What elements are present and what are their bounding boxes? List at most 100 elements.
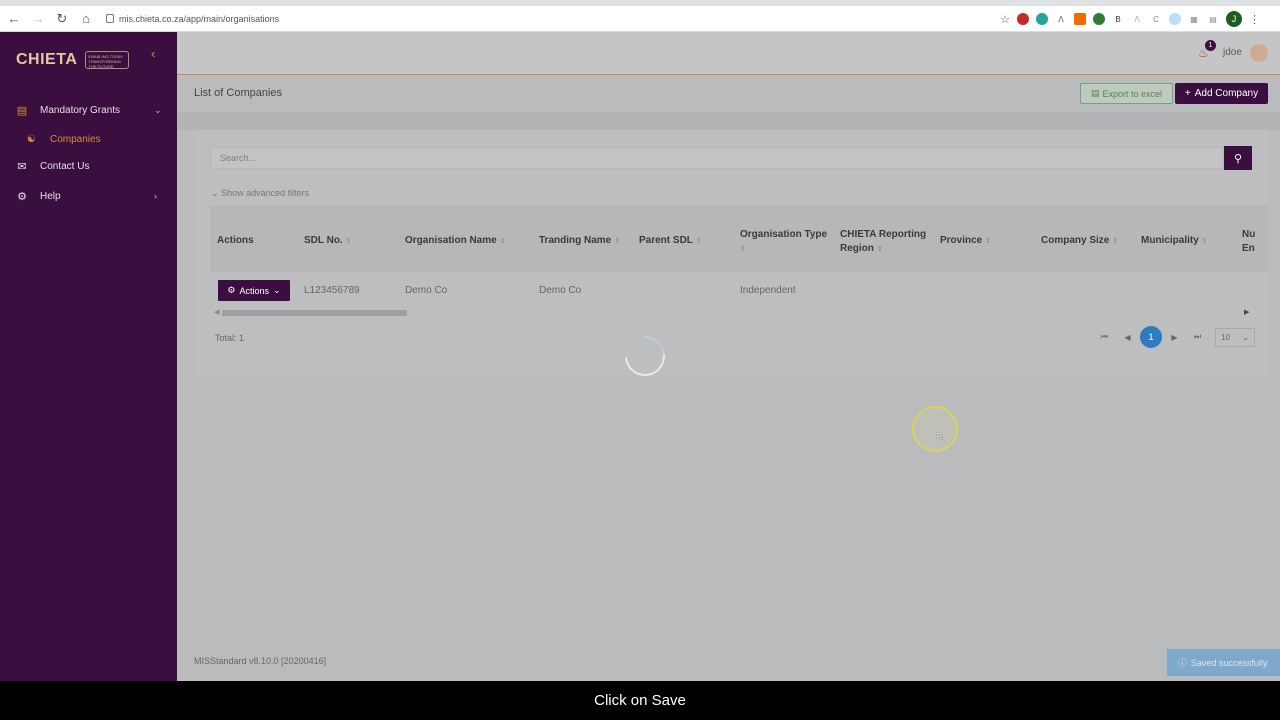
cell-sdl-no: L123456789 <box>304 285 360 296</box>
scroll-left-icon[interactable]: ◀ <box>214 308 219 316</box>
column-header-province[interactable]: Province ⇕ <box>940 235 991 246</box>
reload-icon[interactable]: ↻ <box>52 9 72 29</box>
top-header: ♨ 1 jdoe <box>177 32 1280 75</box>
extension-icon[interactable] <box>1169 13 1181 25</box>
horizontal-scrollbar[interactable]: ◀ ▶ <box>214 308 1250 318</box>
chevron-right-icon: › <box>154 191 157 201</box>
column-header-trading-name[interactable]: Tranding Name ⇕ <box>539 235 620 246</box>
scrollbar-thumb[interactable] <box>222 310 407 316</box>
toast-message: Saved successfully. <box>1190 657 1270 668</box>
sort-icon: ⇕ <box>740 246 746 253</box>
extension-icon[interactable] <box>1074 13 1086 25</box>
first-page-icon[interactable]: ⏮ <box>1093 326 1116 348</box>
version-footer: MISStandard v8.10.0 [20200416] <box>194 656 327 666</box>
cell-trading-name: Demo Co <box>539 285 582 296</box>
extension-icon[interactable]: ▤ <box>1207 13 1219 25</box>
add-company-button[interactable]: + Add Company <box>1175 83 1268 104</box>
search-icon: ⚲ <box>1233 152 1243 165</box>
extensions-bar: ☆ Λ B Λ C ▦ ▤ J ⋮ <box>1000 11 1260 27</box>
forward-icon[interactable]: → <box>28 9 48 29</box>
extension-icon[interactable]: C <box>1150 13 1162 25</box>
column-header-reporting-region[interactable]: CHIETA Reporting Region ⇕ <box>840 228 935 257</box>
back-icon[interactable]: ← <box>4 9 24 29</box>
lock-icon <box>106 14 114 23</box>
page-title: List of Companies <box>194 87 283 99</box>
sidebar-item-label: Mandatory Grants <box>40 104 121 116</box>
extension-icon[interactable]: Λ <box>1055 13 1067 25</box>
collapse-sidebar-icon[interactable]: ‹ <box>151 46 155 61</box>
home-icon[interactable]: ⌂ <box>76 9 96 29</box>
username[interactable]: jdoe <box>1223 47 1242 58</box>
column-header-actions: Actions <box>217 235 254 246</box>
info-icon: ⓘ <box>1177 658 1187 668</box>
extension-icon[interactable] <box>1017 13 1029 25</box>
column-header-company-size[interactable]: Company Size ⇕ <box>1041 235 1118 246</box>
add-label: Add Company <box>1194 88 1259 99</box>
column-header-organisation-type[interactable]: Organisation Type ⇕ <box>740 228 835 257</box>
extension-icon[interactable]: Λ <box>1131 13 1143 25</box>
extension-icon[interactable] <box>1093 13 1105 25</box>
extension-icon[interactable]: B <box>1112 13 1124 25</box>
sidebar-item-label: Companies <box>50 133 101 145</box>
sort-icon: ⇕ <box>876 246 883 253</box>
sort-icon: ⇕ <box>614 238 621 245</box>
excel-icon: ▤ <box>1090 88 1100 98</box>
scroll-right-icon[interactable]: ▶ <box>1244 308 1249 316</box>
contact-icon: ✉ <box>17 160 27 173</box>
page-number-button[interactable]: 1 <box>1140 326 1162 348</box>
star-icon[interactable]: ☆ <box>1000 13 1010 26</box>
sidebar: CHIETA ENABLING TODAY TRANSFORMING THE F… <box>0 32 177 681</box>
sort-icon: ⇕ <box>1201 238 1208 245</box>
page-size-select[interactable]: 10 ⌄ <box>1215 327 1255 347</box>
sidebar-item-mandatory-grants[interactable]: ▤ Mandatory Grants ⌄ <box>0 97 177 123</box>
previous-page-icon[interactable]: ◀ <box>1116 326 1139 348</box>
search-input[interactable]: Search... <box>210 147 1224 169</box>
show-advanced-filters-link[interactable]: ⌄ Show advanced filters <box>211 188 309 199</box>
chevron-down-icon: ⌄ <box>154 104 162 115</box>
column-header-organisation-name[interactable]: Organisation Name ⇕ <box>405 235 506 246</box>
sort-icon: ⇕ <box>695 238 702 245</box>
advanced-filters-label: Show advanced filters <box>221 188 310 198</box>
browser-tab-strip <box>0 0 1280 6</box>
extension-icon[interactable] <box>1036 13 1048 25</box>
sort-icon: ⇕ <box>345 238 352 245</box>
last-page-icon[interactable]: ⏭ <box>1186 326 1209 348</box>
column-header-sdl-no[interactable]: SDL No. ⇕ <box>304 235 352 246</box>
plus-icon: + <box>1184 88 1191 99</box>
success-toast[interactable]: ⓘ Saved successfully. <box>1167 649 1280 676</box>
column-header-parent-sdl[interactable]: Parent SDL ⇕ <box>639 235 702 246</box>
cell-organisation-type: Independent <box>740 285 796 296</box>
main-content: ♨ 1 jdoe List of Companies ▤ Export to e… <box>177 32 1280 681</box>
row-actions-button[interactable]: ⚙ Actions ⌄ <box>218 280 290 301</box>
sort-icon: ⇕ <box>1112 238 1119 245</box>
gear-icon: ⚙ <box>227 285 236 295</box>
page-size-value: 10 <box>1221 332 1230 342</box>
chieta-logo[interactable]: CHIETA ENABLING TODAY TRANSFORMING THE F… <box>16 42 151 78</box>
table-header: Actions SDL No. ⇕ Organisation Name ⇕ Tran… <box>210 206 1268 272</box>
pagination: ⏮ ◀ 1 ▶ ⏭ 10 ⌄ <box>1093 326 1255 348</box>
cell-organisation-name: Demo Co <box>405 285 448 296</box>
profile-avatar[interactable]: J <box>1226 11 1242 27</box>
browser-toolbar: ← → ↻ ⌂ mis.chieta.co.za/app/main/organi… <box>0 0 1280 32</box>
sidebar-item-contact-us[interactable]: ✉ Contact Us <box>0 153 177 179</box>
chevron-down-icon: ⌄ <box>1242 332 1249 342</box>
logo-text: CHIETA <box>16 51 78 68</box>
sort-icon: ⇕ <box>499 238 506 245</box>
column-header-number-employees[interactable]: Nu En <box>1242 228 1262 256</box>
video-caption: Click on Save <box>0 681 1280 720</box>
sort-icon: ⇕ <box>985 238 992 245</box>
chevron-down-icon: ⌄ <box>273 285 281 295</box>
sidebar-item-companies[interactable]: ☯ Companies <box>0 128 177 150</box>
sidebar-item-label: Help <box>40 190 61 202</box>
search-button[interactable]: ⚲ <box>1224 146 1252 170</box>
extension-icon[interactable]: ▦ <box>1188 13 1200 25</box>
export-label: Export to excel <box>1102 88 1163 99</box>
next-page-icon[interactable]: ▶ <box>1163 326 1186 348</box>
address-bar[interactable]: mis.chieta.co.za/app/main/organisations <box>106 14 279 24</box>
export-to-excel-button[interactable]: ▤ Export to excel <box>1080 83 1173 104</box>
companies-card: Search... ⚲ ⌄ Show advanced filters Acti… <box>194 130 1268 376</box>
avatar[interactable] <box>1249 43 1269 63</box>
menu-icon[interactable]: ⋮ <box>1249 13 1260 26</box>
column-header-municipality[interactable]: Municipality ⇕ <box>1141 235 1208 246</box>
sidebar-item-help[interactable]: ⚙ Help › <box>0 183 177 209</box>
